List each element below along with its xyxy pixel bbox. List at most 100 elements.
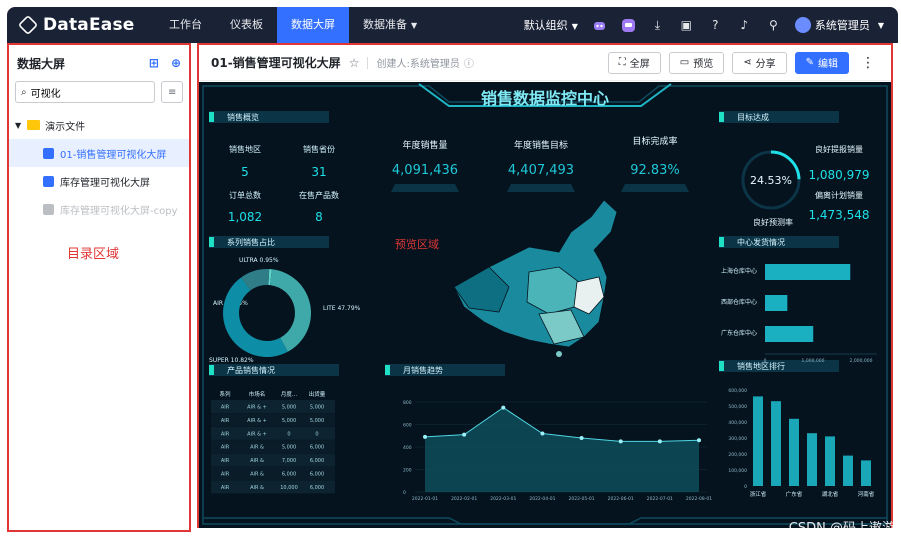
info-icon[interactable]: ⓘ [464, 55, 474, 70]
share-button[interactable]: ⋖ 分享 [732, 51, 787, 74]
preview-header: 01-销售管理可视化大屏 ☆ 创建人:系统管理员 ⓘ ⛶ 全屏 ▭ 预览 ⋖ 分享 ✎… [199, 45, 891, 81]
trend-point [697, 438, 701, 443]
nav-dashboard[interactable]: 仪表板 [216, 7, 277, 43]
more-icon[interactable]: ⋮ [857, 55, 879, 71]
table-cell: 5,000 [282, 445, 296, 451]
kpi-base [621, 184, 689, 192]
region-bar [771, 401, 781, 486]
catalog-tree: ▼ 演示文件 01-销售管理可视化大屏 库存管理可视化大屏 库存管理可视化大屏-… [9, 111, 189, 223]
divider [367, 56, 369, 69]
fullscreen-icon: ⛶ [618, 57, 626, 68]
stat-value: 1,082 [228, 210, 262, 224]
stat-label: 在售产品数 [299, 190, 339, 200]
tree-folder[interactable]: ▼ 演示文件 [9, 111, 189, 139]
donut-label: SUPER 10.82% [209, 357, 254, 364]
tree-item[interactable]: 库存管理可视化大屏 [9, 167, 189, 195]
new-screen-icon[interactable]: ⊕ [171, 56, 181, 70]
trend-xtick: 2022-07-01 [647, 496, 673, 502]
target-good-label: 良好提报销量 [815, 144, 863, 154]
table-cell: AIR [221, 458, 230, 464]
table-cell: 6,000 [310, 458, 324, 464]
catalog-area-annotation: 目录区域 [67, 247, 120, 262]
org-selector[interactable]: 默认组织 ▼ [524, 17, 578, 33]
bell-icon[interactable]: ♪ [737, 18, 752, 33]
creator-info: 创建人:系统管理员 [376, 59, 460, 70]
shipping-bar [765, 264, 851, 280]
shipping-bar [765, 326, 814, 342]
trend-ytick: 400 [403, 445, 412, 451]
copilot-chat-icon[interactable] [621, 18, 636, 33]
stat-label: 销售省份 [303, 144, 335, 154]
search-input[interactable] [30, 86, 141, 98]
fullscreen-label: 全屏 [629, 59, 650, 70]
data-screen-canvas: 销售数据监控中心 销售概览 目标达成 系列销售占比 中心发货情况 产品销售情况 [199, 82, 891, 528]
region-xtick: 广东省 [786, 490, 803, 498]
briefcase-icon[interactable]: ▣ [679, 18, 694, 33]
preview-button[interactable]: ▭ 预览 [668, 51, 725, 74]
tree-item[interactable]: 库存管理可视化大屏-copy [9, 195, 189, 223]
top-right-tools: 默认组织 ▼ ⤓ ▣ ? ♪ ⚲ 系统管理员 ▼ [524, 17, 884, 33]
region-ytick: 400,000 [728, 420, 747, 426]
chevron-down-icon: ▼ [877, 20, 884, 30]
panel-header-product-sales: 产品销售情况 [209, 364, 339, 376]
edit-label: 编辑 [818, 59, 838, 70]
screen-file-icon [43, 175, 54, 187]
download-icon[interactable]: ⤓ [650, 18, 665, 33]
chevron-down-icon: ▼ [411, 21, 418, 30]
sidebar-header: 数据大屏 ⊞ ⊕ [9, 45, 189, 81]
trend-xtick: 2022-08-01 [686, 496, 712, 502]
table-cell: AIR & + [247, 418, 267, 424]
target-ring-label: 良好预测率 [753, 217, 793, 227]
trend-point [462, 432, 467, 437]
product-sales-table: 系列 市场名 月度... 出货量 AIR AIR & + 5,000 5,000 AIR AIR … [211, 390, 335, 494]
nav-workbench[interactable]: 工作台 [155, 7, 216, 43]
star-icon[interactable]: ☆ [349, 56, 360, 70]
screen-file-icon [43, 203, 54, 215]
series-share-donut: ULTRA 0.95%AIR 40.45%LITE 47.79%SUPER 10… [209, 257, 361, 364]
panel-header-series-share: 系列销售占比 [209, 236, 329, 248]
tree-item-label: 库存管理可视化大屏 [60, 177, 150, 189]
region-title: 销售地区排行 [737, 361, 785, 371]
trend-xtick: 2022-02-01 [451, 496, 477, 502]
shipping-bar [765, 295, 788, 311]
nav-data-prep-label: 数据准备 [363, 18, 407, 31]
search-box: ⌕ [15, 81, 156, 103]
table-header: 出货量 [309, 390, 326, 398]
table-cell: AIR & [250, 472, 264, 478]
user-menu[interactable]: 系统管理员 ▼ [794, 17, 884, 33]
edit-icon: ✎ [805, 57, 814, 68]
kpi-value: 92.83% [630, 163, 680, 178]
org-tree-icon[interactable]: ⚲ [766, 18, 781, 33]
trend-xtick: 2022-05-01 [568, 496, 594, 502]
edit-button[interactable]: ✎ 编辑 [794, 51, 849, 74]
nav-data-screen[interactable]: 数据大屏 [277, 7, 349, 43]
ai-robot-icon[interactable] [592, 18, 607, 33]
stat-value: 8 [315, 210, 323, 224]
table-cell: 5,000 [310, 418, 324, 424]
tree-item[interactable]: 01-销售管理可视化大屏 [9, 139, 189, 167]
sales-overview-stats: 销售地区 销售省份 5 31 订单总数 在售产品数 1,082 8 [228, 144, 339, 224]
org-name: 默认组织 [523, 19, 568, 32]
table-cell: 5,000 [310, 405, 324, 411]
nav-data-prep[interactable]: 数据准备 ▼ [349, 7, 431, 43]
region-bar [843, 455, 853, 486]
preview-label: 预览 [693, 59, 714, 70]
trend-point [423, 434, 427, 439]
brand-logo[interactable]: DataEase [17, 14, 155, 36]
panel-header-target: 目标达成 [719, 111, 839, 123]
shipping-tick: 0 [764, 358, 767, 364]
table-cell: AIR & + [247, 431, 267, 437]
fullscreen-button[interactable]: ⛶ 全屏 [607, 51, 661, 74]
donut-label: LITE 47.79% [323, 305, 361, 312]
kpi-value: 4,407,493 [508, 163, 574, 178]
shipping-tick: 1,000,000 [802, 358, 825, 364]
table-cell: 7,000 [282, 458, 296, 464]
sort-button[interactable]: ≡ [161, 81, 183, 103]
region-xtick: 湖北省 [822, 490, 839, 498]
sidebar-title: 数据大屏 [17, 56, 66, 71]
new-folder-icon[interactable]: ⊞ [149, 56, 159, 70]
chevron-down-icon: ▼ [571, 22, 578, 31]
region-ytick: 100,000 [728, 468, 747, 474]
table-cell: 0 [315, 431, 318, 437]
help-icon[interactable]: ? [708, 18, 723, 33]
